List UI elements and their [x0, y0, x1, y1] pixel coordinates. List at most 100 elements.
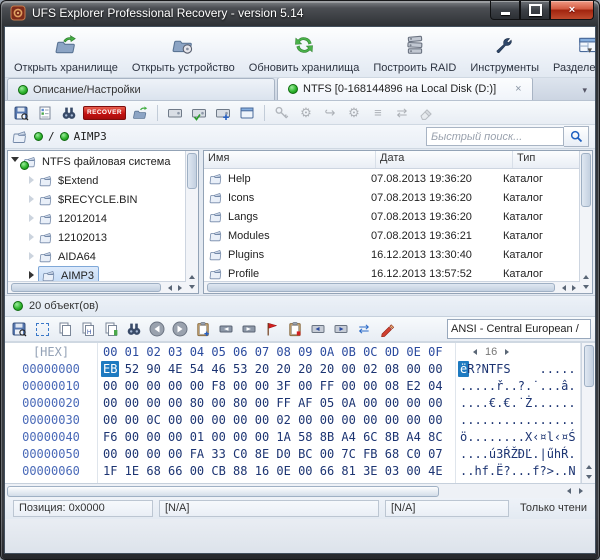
scrollbar-thumb[interactable]: [207, 283, 555, 292]
expand-arrow-icon[interactable]: [24, 213, 38, 225]
scrollbar-thumb[interactable]: [584, 345, 594, 387]
hex-text[interactable]: R?NTFS .....: [467, 362, 575, 376]
scrollbar-thumb[interactable]: [581, 153, 591, 207]
list-view-button[interactable]: ≡: [368, 103, 388, 122]
eraser-button[interactable]: [416, 103, 436, 122]
scroll-up-button[interactable]: [583, 461, 594, 472]
hex-byte-row[interactable]: 00 00 00 00 00 F8 00 00 3F 00 FF 00 00 0…: [98, 378, 455, 395]
bookmark-flag-button[interactable]: [262, 320, 282, 339]
build-raid-button[interactable]: Построить RAID: [366, 28, 463, 77]
file-row[interactable]: Modules 07.08.2013 19:36:21 Каталог: [204, 226, 579, 245]
tree-item[interactable]: $Extend: [8, 171, 185, 190]
disk-add-button[interactable]: [213, 103, 233, 122]
edit-mode-button[interactable]: [377, 320, 397, 339]
scroll-right-button[interactable]: [576, 486, 587, 497]
hex-text-row[interactable]: ..hf.Ë?...f?>..N: [456, 463, 580, 480]
tree-item-root[interactable]: NTFS файловая система: [8, 152, 185, 171]
key-button[interactable]: [272, 103, 292, 122]
scroll-right-button[interactable]: [175, 282, 186, 293]
gear-button[interactable]: ⚙: [296, 103, 316, 122]
spinner-decrease-icon[interactable]: [470, 349, 477, 355]
selection-end-button[interactable]: [239, 320, 259, 339]
hex-bytes-grid[interactable]: 00 01 02 03 04 05 06 07 08 09 0A 0B 0C 0…: [98, 343, 456, 483]
tools-button[interactable]: Инструменты: [463, 28, 546, 77]
open-folder-button[interactable]: [130, 103, 150, 122]
scroll-up-button[interactable]: [187, 271, 198, 282]
scroll-right-button[interactable]: [569, 282, 580, 293]
scrollbar-thumb[interactable]: [187, 153, 197, 189]
forward-button[interactable]: [170, 320, 190, 339]
find-button[interactable]: [59, 103, 79, 122]
span-window-button[interactable]: [237, 103, 257, 122]
goto-prev-button[interactable]: [308, 320, 328, 339]
paste-new-button[interactable]: [193, 320, 213, 339]
expand-arrow-icon[interactable]: [24, 175, 38, 187]
back-button[interactable]: [147, 320, 167, 339]
hex-text-row[interactable]: ................: [456, 412, 580, 429]
hex-byte-row[interactable]: 00 00 00 00 FA 33 C0 8E D0 BC 00 7C FB 6…: [98, 446, 455, 463]
file-row[interactable]: Help 07.08.2013 19:36:20 Каталог: [204, 169, 579, 188]
copy-text-button[interactable]: [101, 320, 121, 339]
tab-close-icon[interactable]: ×: [515, 83, 521, 95]
hex-text-column[interactable]: 16 ëR?NTFS ..... .....ř..?.˙...â. ....€.…: [456, 343, 581, 483]
breadcrumb-folder[interactable]: AIMP3: [74, 130, 107, 143]
scroll-left-button[interactable]: [164, 282, 175, 293]
file-row[interactable]: Langs 07.08.2013 19:36:20 Каталог: [204, 207, 579, 226]
swap-button[interactable]: ⇄: [392, 103, 412, 122]
scroll-down-button[interactable]: [583, 472, 594, 483]
spinner-increase-icon[interactable]: [505, 349, 512, 355]
maximize-button[interactable]: [520, 1, 550, 20]
hex-byte-row[interactable]: 1F 1E 68 66 00 CB 88 16 0E 00 66 81 3E 0…: [98, 463, 455, 480]
list-vertical-scrollbar[interactable]: [579, 151, 592, 293]
scrollbar-thumb[interactable]: [11, 283, 161, 292]
hex-byte-row[interactable]: 00 00 0C 00 00 00 00 00 02 00 00 00 00 0…: [98, 412, 455, 429]
expand-arrow-icon[interactable]: [24, 194, 38, 206]
tree-horizontal-scrollbar[interactable]: [8, 281, 186, 293]
tree-item[interactable]: $RECYCLE.BIN: [8, 190, 185, 209]
hex-text-row[interactable]: ö........X‹¤l‹¤Ś: [456, 429, 580, 446]
tab-description-settings[interactable]: Описание/Настройки: [7, 78, 275, 100]
paste-special-button[interactable]: [285, 320, 305, 339]
save-selection-button[interactable]: [11, 103, 31, 122]
scroll-down-button[interactable]: [581, 282, 592, 293]
disk-test-button[interactable]: [189, 103, 209, 122]
file-row[interactable]: Icons 07.08.2013 19:36:20 Каталог: [204, 188, 579, 207]
hex-bytes[interactable]: 52 90 4E 54 46 53 20 20 20 20 00 02 08 0…: [125, 362, 443, 376]
tab-ntfs-partition[interactable]: NTFS [0-168144896 на Local Disk (D:)] ×: [277, 77, 533, 100]
encoding-select[interactable]: ANSI - Central European /: [447, 319, 591, 339]
column-header-type[interactable]: Тип: [513, 151, 579, 168]
column-header-name[interactable]: Имя: [204, 151, 376, 168]
select-block-button[interactable]: [32, 320, 52, 339]
search-button[interactable]: [564, 126, 589, 147]
tree-item[interactable]: 12102013: [8, 228, 185, 247]
tree-vertical-scrollbar[interactable]: [185, 151, 198, 293]
tab-overflow-chevron-icon[interactable]: ▾: [582, 85, 593, 100]
scroll-left-button[interactable]: [558, 282, 569, 293]
scrollbar-thumb[interactable]: [7, 486, 439, 497]
selection-start-button[interactable]: [216, 320, 236, 339]
expand-arrow-icon[interactable]: [24, 251, 38, 263]
selected-byte[interactable]: EB: [101, 361, 119, 377]
scroll-up-button[interactable]: [581, 271, 592, 282]
close-button[interactable]: ×: [550, 1, 594, 20]
redo-button[interactable]: ↪: [320, 103, 340, 122]
file-row[interactable]: Plugins 16.12.2013 13:30:40 Каталог: [204, 245, 579, 264]
expand-arrow-icon[interactable]: [24, 232, 38, 244]
copy-hex-button[interactable]: H: [78, 320, 98, 339]
open-device-button[interactable]: Открыть устройство: [125, 28, 242, 77]
title-bar[interactable]: UFS Explorer Professional Recovery - ver…: [0, 0, 600, 26]
tree-item[interactable]: AIDA64: [8, 247, 185, 266]
tree-item[interactable]: 12012014: [8, 209, 185, 228]
list-horizontal-scrollbar[interactable]: [204, 281, 580, 293]
properties-button[interactable]: [35, 103, 55, 122]
toolbar-overflow-chevron-icon[interactable]: ▾: [587, 45, 592, 56]
hex-text-row[interactable]: ....ú3ŔŽĐĽ.|űhŔ.: [456, 446, 580, 463]
search-input[interactable]: [426, 127, 564, 146]
breadcrumb-root[interactable]: /: [48, 130, 55, 143]
hex-text-row[interactable]: ....€.€.˙Ż......: [456, 395, 580, 412]
goto-next-button[interactable]: [331, 320, 351, 339]
scroll-down-button[interactable]: [187, 282, 198, 293]
expand-arrow-icon[interactable]: [24, 270, 38, 282]
hex-byte-row[interactable]: 00 00 00 00 80 00 80 00 FF AF 05 0A 00 0…: [98, 395, 455, 412]
hex-find-button[interactable]: [124, 320, 144, 339]
